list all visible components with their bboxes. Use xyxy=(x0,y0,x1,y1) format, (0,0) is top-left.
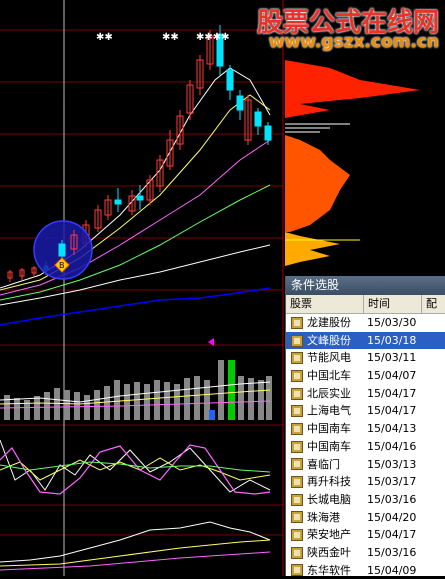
list-item[interactable]: 荣安地产 15/04/17 xyxy=(286,526,445,544)
stock-name-cell: 再升科技 xyxy=(286,473,364,491)
stock-name-cell: 陕西金叶 xyxy=(286,544,364,562)
stock-name-cell: 东华软件 xyxy=(286,562,364,579)
stock-icon xyxy=(291,476,303,489)
stock-date: 15/04/16 xyxy=(367,439,417,453)
stock-date: 15/04/17 xyxy=(367,404,417,418)
stock-name: 喜临门 xyxy=(307,457,340,471)
stock-icon xyxy=(291,369,303,382)
stock-date: 15/04/13 xyxy=(367,422,417,436)
stock-date: 15/04/17 xyxy=(367,528,417,542)
stock-name: 龙建股份 xyxy=(307,316,351,329)
column-header-stock[interactable]: 股票 xyxy=(286,295,364,313)
stock-date: 15/03/11 xyxy=(367,351,417,365)
star-marker: ✱✱✱✱ xyxy=(196,32,230,43)
list-item[interactable]: 喜临门 15/03/13 xyxy=(286,456,445,474)
stock-list: 龙建股份 15/03/30 文峰股份 15/03/18 节能风电 15/03/11 中国北车… xyxy=(286,314,445,579)
stock-icon xyxy=(291,422,303,435)
kdj-oscillator xyxy=(0,439,271,495)
stock-name-cell: 喜临门 xyxy=(286,456,364,474)
stock-icon xyxy=(291,405,303,418)
list-item[interactable]: 上海电气 15/04/17 xyxy=(286,402,445,420)
stock-name: 中国南车 xyxy=(307,439,351,453)
stock-date: 15/03/30 xyxy=(367,316,417,329)
stock-icon xyxy=(291,334,303,347)
stock-name: 荣安地产 xyxy=(307,528,351,542)
stock-name-cell: 北辰实业 xyxy=(286,385,364,403)
stock-icon xyxy=(291,529,303,542)
stock-icon xyxy=(291,511,303,524)
stock-date: 15/03/16 xyxy=(367,545,417,559)
list-item[interactable]: 中国南车 15/04/16 xyxy=(286,438,445,456)
panel-column-headers: 股票 时间 配 xyxy=(286,295,445,314)
stock-name: 再升科技 xyxy=(307,475,351,489)
stock-name: 上海电气 xyxy=(307,404,351,418)
stock-date: 15/03/17 xyxy=(367,475,417,489)
stock-name: 节能风电 xyxy=(307,351,351,365)
stock-name: 东华软件 xyxy=(307,563,351,577)
stock-date: 15/04/20 xyxy=(367,510,417,524)
stock-name: 中国北车 xyxy=(307,369,351,383)
ma10-line xyxy=(0,139,271,296)
stock-date: 15/03/18 xyxy=(367,333,417,347)
stock-icon xyxy=(291,458,303,471)
star-marker: ✱✱ xyxy=(96,32,113,43)
stock-name-cell: 节能风电 xyxy=(286,349,364,367)
volume-bars xyxy=(0,360,272,420)
stock-date: 15/03/13 xyxy=(367,457,417,471)
stock-name-cell: 中国南车 xyxy=(286,438,364,456)
stock-name-cell: 珠海港 xyxy=(286,509,364,527)
list-item[interactable]: 珠海港 15/04/20 xyxy=(286,509,445,527)
list-item[interactable]: 中国北车 15/04/07 xyxy=(286,367,445,385)
stock-name: 珠海港 xyxy=(307,510,340,524)
stock-name-cell: 文峰股份 xyxy=(286,332,364,350)
ma60-line xyxy=(0,287,271,326)
stock-date: 15/04/07 xyxy=(367,369,417,383)
chip-distribution xyxy=(285,60,420,266)
stock-name: 长城电脑 xyxy=(307,492,351,506)
stock-icon xyxy=(291,493,303,506)
panel-title: 条件选股 xyxy=(286,276,445,295)
stock-icon xyxy=(291,564,303,577)
condition-stock-panel[interactable]: 条件选股 股票 时间 配 龙建股份 15/03/30 文峰股份 15/03/18 节能风… xyxy=(285,276,445,579)
stock-name-cell: 龙建股份 xyxy=(286,314,364,332)
stock-name-cell: 长城电脑 xyxy=(286,491,364,509)
stock-name: 文峰股份 xyxy=(307,333,351,347)
stock-name-cell: 上海电气 xyxy=(286,402,364,420)
stock-icon xyxy=(291,546,303,559)
list-item[interactable]: 节能风电 15/03/11 xyxy=(286,349,445,367)
stock-icon xyxy=(291,352,303,365)
stock-name: 中国南车 xyxy=(307,422,351,436)
stock-name-cell: 中国北车 xyxy=(286,367,364,385)
stock-name-cell: 中国南车 xyxy=(286,420,364,438)
stock-icon xyxy=(291,387,303,400)
stock-name-cell: 荣安地产 xyxy=(286,526,364,544)
stock-date: 15/04/09 xyxy=(367,563,417,577)
bottom-indicator xyxy=(0,521,271,571)
list-item[interactable]: 东华软件 15/04/09 xyxy=(286,562,445,579)
list-item[interactable]: 北辰实业 15/04/17 xyxy=(286,385,445,403)
list-item[interactable]: 文峰股份 15/03/18 xyxy=(286,331,445,350)
column-header-time[interactable]: 时间 xyxy=(364,295,422,313)
stock-date: 15/04/17 xyxy=(367,386,417,400)
list-item[interactable]: 陕西金叶 15/03/16 xyxy=(286,544,445,562)
stock-name: 陕西金叶 xyxy=(307,545,351,559)
list-item[interactable]: 龙建股份 15/03/30 xyxy=(286,314,445,332)
watermark-url: www.gszx.com.cn xyxy=(268,32,439,52)
stock-icon xyxy=(291,440,303,453)
list-item[interactable]: 再升科技 15/03/17 xyxy=(286,473,445,491)
stock-name: 北辰实业 xyxy=(307,386,351,400)
stock-icon xyxy=(291,316,303,329)
buy-marker-label: B xyxy=(59,261,65,270)
stock-date: 15/03/16 xyxy=(367,492,417,506)
column-header-match[interactable]: 配 xyxy=(422,295,445,313)
list-item[interactable]: 中国南车 15/04/13 xyxy=(286,420,445,438)
list-item[interactable]: 长城电脑 15/03/16 xyxy=(286,491,445,509)
star-marker: ✱✱ xyxy=(162,32,179,43)
